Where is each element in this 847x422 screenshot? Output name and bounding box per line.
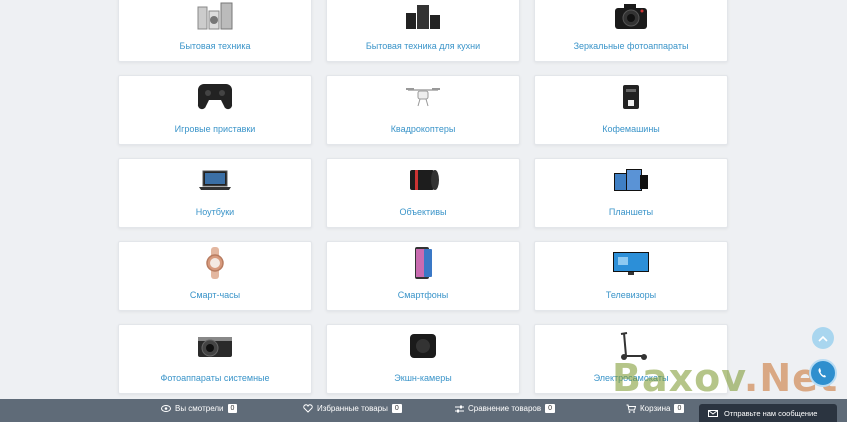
viewed-count: 0 [227, 404, 238, 413]
category-card-action-cams[interactable]: Экшн-камеры [326, 324, 520, 394]
category-label: Электросамокаты [593, 373, 669, 383]
category-card-scooters[interactable]: Электросамокаты [534, 324, 728, 394]
category-card-laptops[interactable]: Ноутбуки [118, 158, 312, 228]
category-label: Планшеты [608, 207, 654, 217]
heart-icon [303, 404, 313, 413]
category-label: Ноутбуки [195, 207, 235, 217]
category-card-smartwatches[interactable]: Смарт-часы [118, 241, 312, 311]
smartwatch-icon [195, 246, 235, 280]
cart-label: Корзина [640, 404, 671, 413]
phone-icon [818, 368, 826, 378]
category-label: Экшн-камеры [394, 373, 452, 383]
viewed-label: Вы смотрели [175, 404, 224, 413]
scroll-top-button[interactable] [812, 327, 834, 349]
coffee-machine-icon [611, 80, 651, 114]
category-card-dslr[interactable]: Зеркальные фотоаппараты [534, 0, 728, 62]
gamepad-icon [195, 80, 235, 114]
category-label: Зеркальные фотоаппараты [573, 41, 689, 51]
tablet-icon [611, 163, 651, 197]
cart-icon [626, 404, 636, 413]
category-card-smartphones[interactable]: Смартфоны [326, 241, 520, 311]
category-card-tablets[interactable]: Планшеты [534, 158, 728, 228]
chevron-up-icon [818, 335, 828, 342]
laptop-icon [195, 163, 235, 197]
category-label: Бытовая техника [179, 41, 251, 51]
favorites-count: 0 [391, 404, 402, 413]
camera-lens-icon [403, 163, 443, 197]
appliances-icon [195, 0, 235, 33]
category-label: Кофемашины [602, 124, 660, 134]
cart-link[interactable]: Корзина 0 [626, 404, 685, 413]
scooter-icon [611, 329, 651, 363]
category-label: Фотоаппараты системные [160, 373, 270, 383]
category-card-kitchen[interactable]: Бытовая техника для кухни [326, 0, 520, 62]
category-card-appliances[interactable]: Бытовая техника [118, 0, 312, 62]
category-grid: Бытовая техника Бытовая техника для кухн… [118, 0, 730, 394]
category-label: Бытовая техника для кухни [365, 41, 481, 51]
tv-icon [611, 246, 651, 280]
drone-icon [403, 80, 443, 114]
viewed-products-link[interactable]: Вы смотрели 0 [161, 404, 238, 413]
smartphone-icon [403, 246, 443, 280]
cart-count: 0 [674, 404, 685, 413]
category-card-tvs[interactable]: Телевизоры [534, 241, 728, 311]
compare-icon [455, 405, 464, 412]
category-label: Смартфоны [397, 290, 449, 300]
category-label: Игровые приставки [174, 124, 256, 134]
category-card-coffee[interactable]: Кофемашины [534, 75, 728, 145]
category-label: Телевизоры [605, 290, 657, 300]
compare-label: Сравнение товаров [468, 404, 542, 413]
favorites-label: Избранные товары [317, 404, 388, 413]
category-label: Смарт-часы [189, 290, 241, 300]
chat-label: Отправьте нам сообщение [724, 408, 818, 418]
category-label: Объективы [399, 207, 447, 217]
chat-widget[interactable]: Отправьте нам сообщение [699, 404, 837, 422]
mirrorless-camera-icon [195, 329, 235, 363]
callback-button[interactable] [809, 359, 837, 387]
compare-count: 0 [545, 404, 556, 413]
category-card-drones[interactable]: Квадрокоптеры [326, 75, 520, 145]
category-card-mirrorless[interactable]: Фотоаппараты системные [118, 324, 312, 394]
action-camera-icon [403, 329, 443, 363]
kitchen-appliances-icon [403, 0, 443, 33]
eye-icon [161, 405, 171, 412]
category-card-lenses[interactable]: Объективы [326, 158, 520, 228]
compare-link[interactable]: Сравнение товаров 0 [455, 404, 556, 413]
dslr-camera-icon [611, 0, 651, 33]
category-card-consoles[interactable]: Игровые приставки [118, 75, 312, 145]
favorites-link[interactable]: Избранные товары 0 [303, 404, 402, 413]
category-label: Квадрокоптеры [390, 124, 456, 134]
envelope-icon [708, 409, 718, 417]
